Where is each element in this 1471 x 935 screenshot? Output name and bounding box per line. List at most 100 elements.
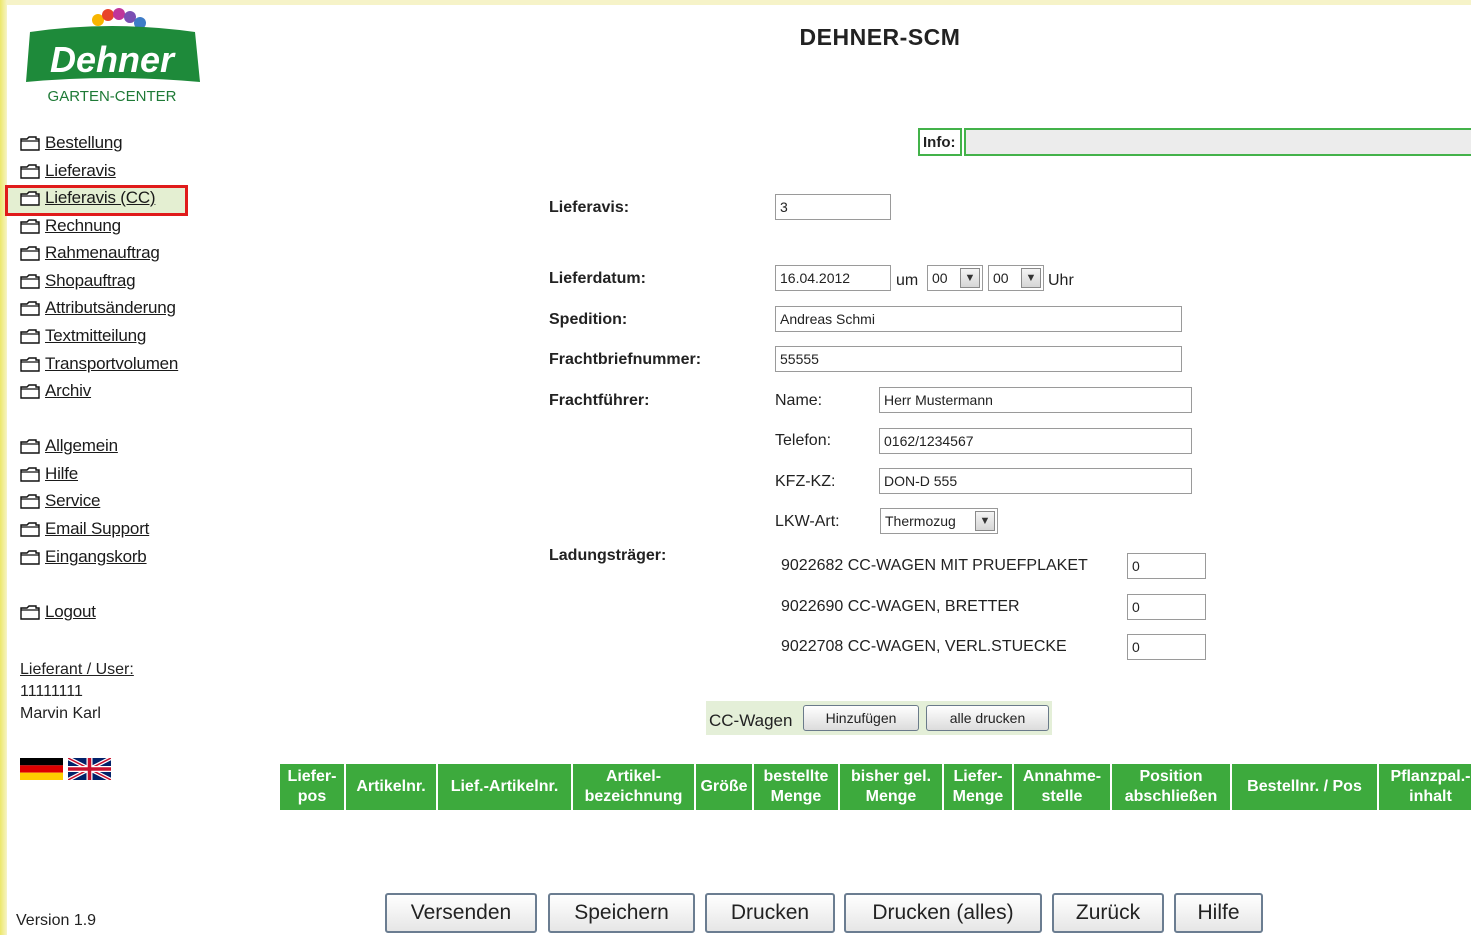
sidebar-item-link[interactable]: Archiv: [45, 381, 91, 401]
info-label: Info:: [918, 128, 962, 156]
lieferavis-input[interactable]: [775, 194, 891, 220]
hour-select-value: 00: [932, 270, 948, 286]
column-header-text: Liefer-: [287, 768, 337, 785]
sidebar-item-link[interactable]: Lieferavis: [45, 161, 116, 181]
sidebar-item-transportvolumen[interactable]: Transportvolumen: [20, 352, 178, 376]
sidebar-item-rechnung[interactable]: Rechnung: [20, 214, 121, 238]
lkw-art-label: LKW-Art:: [775, 513, 840, 530]
speichern-button[interactable]: Speichern: [548, 893, 695, 933]
frachtbriefnummer-input[interactable]: [775, 346, 1182, 372]
column-header: bisher gel. Menge: [840, 764, 944, 810]
sidebar-item-hilfe[interactable]: Hilfe: [20, 462, 78, 486]
user-name: Marvin Karl: [20, 705, 101, 722]
sidebar-item-link[interactable]: Allgemein: [45, 436, 118, 456]
ladungstraeger-item-input[interactable]: [1127, 553, 1206, 579]
sidebar-item-link[interactable]: Email Support: [45, 519, 149, 539]
sidebar-item-rahmenauftrag[interactable]: Rahmenauftrag: [20, 241, 160, 265]
minute-select-value: 00: [993, 270, 1009, 286]
column-header-text: Artikelnr.: [356, 778, 426, 795]
alle-drucken-button[interactable]: alle drucken: [926, 705, 1049, 731]
sidebar-item-link[interactable]: Shopauftrag: [45, 271, 136, 291]
um-label: um: [896, 272, 919, 289]
user-info-label[interactable]: Lieferant / User:: [20, 661, 134, 679]
sidebar-item-link[interactable]: Logout: [45, 602, 96, 622]
sidebar-item-shopauftrag[interactable]: Shopauftrag: [20, 269, 136, 293]
sidebar-item-link[interactable]: Rahmenauftrag: [45, 243, 160, 263]
name-input[interactable]: [879, 387, 1192, 413]
column-header-text: Liefer-: [953, 768, 1003, 785]
column-header-text: Größe: [700, 778, 748, 795]
chevron-down-icon: ▼: [960, 268, 980, 288]
telefon-input[interactable]: [879, 428, 1192, 454]
info-field: [964, 128, 1471, 156]
spedition-input[interactable]: [775, 306, 1182, 332]
sidebar-item-logout[interactable]: Logout: [20, 600, 96, 624]
hinzufuegen-button[interactable]: Hinzufügen: [803, 705, 919, 731]
column-header: Liefer-pos: [280, 764, 346, 810]
sidebar-item-link[interactable]: Transportvolumen: [45, 354, 178, 374]
sidebar-item-service[interactable]: Service: [20, 489, 100, 513]
frachtfuehrer-label: Frachtführer:: [549, 392, 650, 409]
sidebar-item-allgemein[interactable]: Allgemein: [20, 434, 118, 458]
sidebar-item-link[interactable]: Rechnung: [45, 216, 121, 236]
ladungstraeger-item-input[interactable]: [1127, 594, 1206, 620]
sidebar-item-link[interactable]: Service: [45, 491, 100, 511]
sidebar-item-link[interactable]: Hilfe: [45, 464, 78, 484]
cc-wagen-label: CC-Wagen: [709, 711, 793, 730]
column-header: bestellte Menge: [754, 764, 840, 810]
folder-icon: [20, 273, 40, 289]
zurueck-button[interactable]: Zurück: [1052, 893, 1164, 933]
folder-icon: [20, 383, 40, 399]
sidebar-item-link[interactable]: Lieferavis (CC): [45, 188, 156, 208]
ladungstraeger-item-label: 9022708 CC-WAGEN, VERL.STUECKE: [781, 638, 1067, 655]
folder-icon: [20, 549, 40, 565]
user-id: 11111111: [20, 683, 83, 700]
sidebar-item-link[interactable]: Textmitteilung: [45, 326, 146, 346]
sidebar-item-archiv[interactable]: Archiv: [20, 379, 91, 403]
versenden-button[interactable]: Versenden: [385, 893, 537, 933]
folder-icon: [20, 604, 40, 620]
hour-select[interactable]: 00 ▼: [927, 265, 983, 291]
sidebar-item-textmitteilung[interactable]: Textmitteilung: [20, 324, 146, 348]
sidebar-item-lieferavis[interactable]: Lieferavis: [20, 159, 116, 183]
lieferdatum-input[interactable]: [775, 265, 891, 291]
column-header: Größe: [696, 764, 754, 810]
lkw-art-select[interactable]: Thermozug ▼: [880, 508, 998, 534]
spedition-label: Spedition:: [549, 311, 628, 328]
german-flag-icon[interactable]: [20, 758, 63, 780]
drucken-alles-button[interactable]: Drucken (alles): [844, 893, 1042, 933]
uk-flag-icon[interactable]: [68, 758, 111, 780]
sidebar-item-lieferavis-cc[interactable]: Lieferavis (CC): [20, 186, 156, 210]
folder-icon: [20, 493, 40, 509]
name-label: Name:: [775, 392, 823, 409]
dehner-logo: Dehner GARTEN-CENTER: [20, 8, 205, 108]
column-header: Pflanzpal.- inhalt: [1379, 764, 1471, 810]
column-header-text: Bestellnr. / Pos: [1247, 778, 1362, 795]
sidebar-item-attributsänderung[interactable]: Attributsänderung: [20, 296, 176, 320]
column-header: Liefer- Menge: [944, 764, 1014, 810]
drucken-button[interactable]: Drucken: [705, 893, 835, 933]
sidebar-item-link[interactable]: Attributsänderung: [45, 298, 176, 318]
folder-icon: [20, 218, 40, 234]
column-header: Position abschließen: [1112, 764, 1232, 810]
hilfe-button[interactable]: Hilfe: [1174, 893, 1263, 933]
sidebar-item-eingangskorb[interactable]: Eingangskorb: [20, 545, 147, 569]
folder-icon: [20, 135, 40, 151]
column-header-text: bisher gel.: [850, 768, 932, 785]
column-header-text: Artikel-: [605, 768, 662, 785]
positions-table-header: Liefer-pos Artikelnr. Lief.-Artikelnr. Arti…: [280, 764, 1471, 810]
sidebar-item-link[interactable]: Bestellung: [45, 133, 123, 153]
kfz-input[interactable]: [879, 468, 1192, 494]
uhr-label: Uhr: [1048, 272, 1074, 289]
sidebar-item-email-support[interactable]: Email Support: [20, 517, 149, 541]
ladungstraeger-item-input[interactable]: [1127, 634, 1206, 660]
sidebar-item-bestellung[interactable]: Bestellung: [20, 131, 123, 155]
column-header-text: Annahme-: [1022, 768, 1102, 785]
folder-icon: [20, 190, 40, 206]
lieferdatum-label: Lieferdatum:: [549, 270, 646, 287]
column-header-text: Pflanzpal.-: [1390, 768, 1471, 785]
kfz-label: KFZ-KZ:: [775, 473, 836, 490]
column-header-text: abschließen: [1124, 788, 1218, 805]
sidebar-item-link[interactable]: Eingangskorb: [45, 547, 147, 567]
minute-select[interactable]: 00 ▼: [988, 265, 1044, 291]
